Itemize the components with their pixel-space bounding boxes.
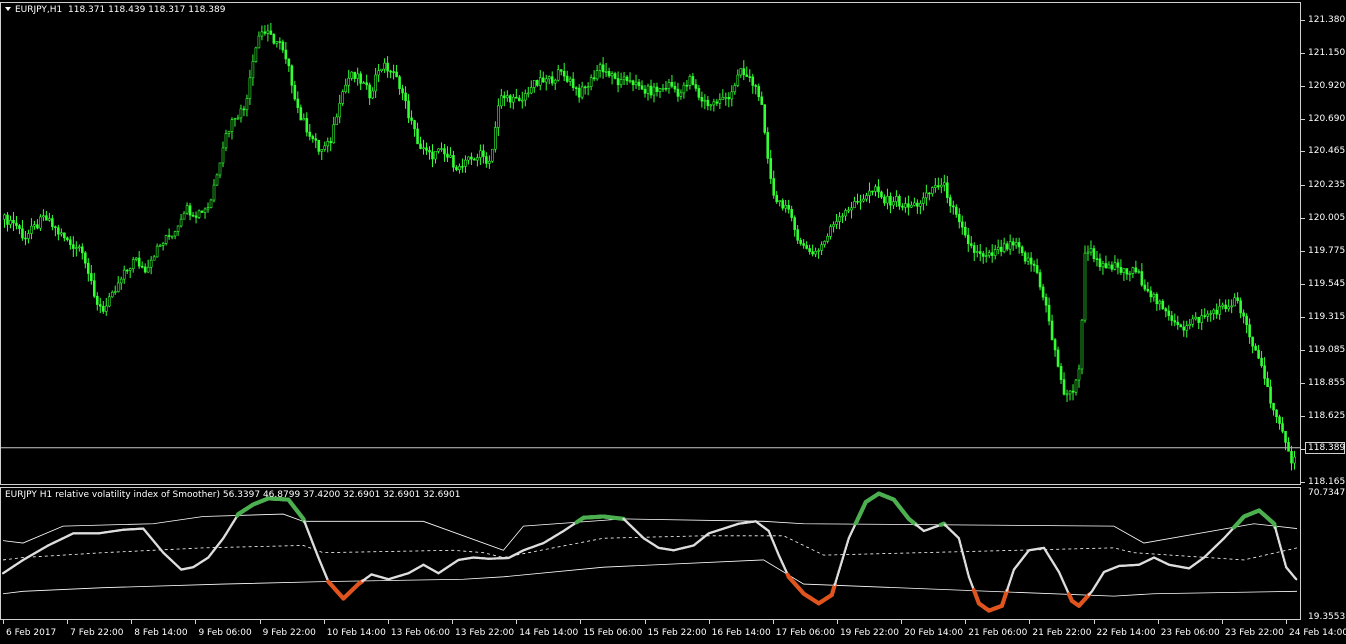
time-axis[interactable]: 6 Feb 2017 7 Feb 22:00 8 Feb 14:00 9 Feb 06… <box>0 620 1346 644</box>
time-tick-mark <box>1157 620 1159 624</box>
time-tick-mark <box>516 620 518 624</box>
price-tick-mark <box>1301 151 1305 153</box>
time-tick-label: 9 Feb 22:00 <box>262 628 316 638</box>
time-tick-label: 9 Feb 06:00 <box>198 628 252 638</box>
time-tick-mark <box>901 620 903 624</box>
price-tick-mark <box>1301 415 1305 417</box>
price-tick-label: 121.150 <box>1308 48 1346 59</box>
indicator-header: EURJPY H1 relative volatility index of S… <box>5 490 461 500</box>
time-tick-label: 13 Feb 22:00 <box>455 628 515 638</box>
time-tick-label: 10 Feb 14:00 <box>326 628 386 638</box>
time-tick-mark <box>195 620 197 624</box>
time-tick-mark <box>67 620 69 624</box>
price-tick-mark <box>1301 217 1305 219</box>
price-tick-label: 118.165 <box>1308 477 1346 487</box>
time-tick-label: 14 Feb 14:00 <box>519 628 579 638</box>
dropdown-triangle-icon[interactable] <box>5 7 11 11</box>
time-tick-mark <box>452 620 454 624</box>
indicator-tick-label: 70.7347 <box>1308 488 1346 498</box>
time-tick-label: 15 Feb 22:00 <box>647 628 707 638</box>
price-tick-label: 120.005 <box>1308 212 1346 223</box>
price-tick-mark <box>1301 184 1305 186</box>
price-tick-label: 118.855 <box>1308 377 1346 388</box>
time-tick-mark <box>1093 620 1095 624</box>
price-tick-label: 118.625 <box>1308 410 1346 421</box>
time-tick-mark <box>772 620 774 624</box>
mt4-chart-window: EURJPY,H1 118.371 118.439 118.317 118.38… <box>0 0 1346 644</box>
time-tick-mark <box>323 620 325 624</box>
time-tick-mark <box>3 620 4 624</box>
indicator-axis[interactable]: 70.7347 19.3553 <box>1301 487 1346 622</box>
chart-header: EURJPY,H1 118.371 118.439 118.317 118.38… <box>5 5 225 16</box>
time-tick-label: 22 Feb 14:00 <box>1096 628 1156 638</box>
price-axis[interactable]: 121.380 121.150 120.920 120.690 120.465 120.2… <box>1301 2 1346 487</box>
middle-band <box>2 535 1298 561</box>
current-price-label: 118.389 <box>1305 441 1345 454</box>
price-tick-mark <box>1301 119 1305 121</box>
time-tick-label: 6 Feb 2017 <box>6 628 57 638</box>
price-tick-mark <box>1301 382 1305 384</box>
time-tick-label: 24 Feb 14:00 <box>1289 628 1346 638</box>
time-tick-mark <box>1286 620 1287 624</box>
price-tick-label: 119.315 <box>1308 311 1346 322</box>
time-tick-mark <box>708 620 710 624</box>
time-tick-label: 21 Feb 22:00 <box>1032 628 1092 638</box>
time-tick-mark <box>387 620 389 624</box>
ohlc-values: 118.371 118.439 118.317 118.389 <box>68 5 226 15</box>
price-tick-mark <box>1301 349 1305 351</box>
time-tick-label: 23 Feb 22:00 <box>1224 628 1284 638</box>
time-tick-label: 20 Feb 14:00 <box>904 628 964 638</box>
price-tick-mark <box>1301 250 1305 252</box>
price-tick-mark <box>1301 482 1305 483</box>
price-tick-label: 120.465 <box>1308 146 1346 157</box>
time-tick-mark <box>131 620 133 624</box>
price-tick-mark <box>1301 20 1305 21</box>
rvi-segment <box>1293 576 1298 581</box>
price-tick-label: 119.545 <box>1308 278 1346 289</box>
time-tick-mark <box>1029 620 1031 624</box>
time-tick-mark <box>644 620 646 624</box>
time-tick-mark <box>1221 620 1223 624</box>
symbol-timeframe: EURJPY,H1 <box>15 5 63 15</box>
price-tick-mark <box>1301 316 1305 318</box>
time-tick-label: 19 Feb 22:00 <box>839 628 899 638</box>
time-tick-label: 23 Feb 06:00 <box>1160 628 1220 638</box>
upper-band <box>2 513 1298 551</box>
time-tick-label: 8 Feb 14:00 <box>134 628 188 638</box>
indicator-canvas <box>1 491 1298 613</box>
time-tick-label: 17 Feb 06:00 <box>775 628 835 638</box>
price-tick-label: 121.380 <box>1308 15 1346 25</box>
time-tick-label: 7 Feb 22:00 <box>70 628 124 638</box>
time-tick-mark <box>580 620 582 624</box>
price-tick-label: 119.775 <box>1308 245 1346 256</box>
price-tick-mark <box>1301 283 1305 285</box>
price-tick-label: 120.920 <box>1308 81 1346 92</box>
price-tick-label: 120.235 <box>1308 179 1346 190</box>
time-tick-label: 16 Feb 14:00 <box>711 628 771 638</box>
time-tick-mark <box>965 620 967 624</box>
time-tick-label: 13 Feb 06:00 <box>390 628 450 638</box>
time-tick-mark <box>836 620 838 624</box>
time-tick-label: 15 Feb 06:00 <box>583 628 643 638</box>
time-tick-label: 21 Feb 06:00 <box>968 628 1028 638</box>
price-tick-label: 120.690 <box>1308 114 1346 125</box>
price-tick-mark <box>1301 86 1305 88</box>
price-tick-mark <box>1301 53 1305 55</box>
time-tick-mark <box>259 620 261 624</box>
price-tick-label: 119.085 <box>1308 344 1346 355</box>
